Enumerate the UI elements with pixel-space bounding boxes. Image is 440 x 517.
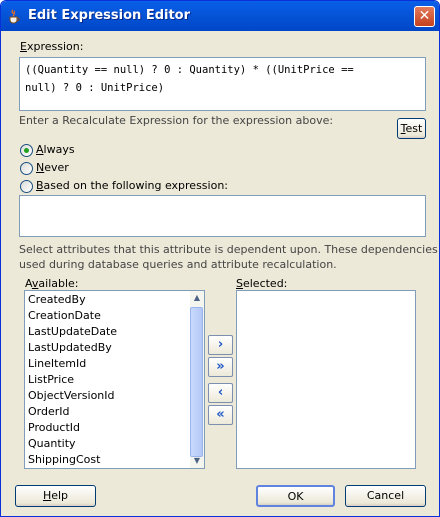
radio-based-label[interactable]: Based on the following expression: bbox=[36, 179, 228, 192]
close-button[interactable]: ✕ bbox=[414, 6, 435, 27]
list-item[interactable]: ListPrice bbox=[26, 372, 189, 388]
radio-based-on-expression[interactable] bbox=[20, 180, 33, 193]
scroll-down-icon[interactable]: ▼ bbox=[190, 454, 204, 468]
list-item[interactable]: CreationDate bbox=[26, 308, 189, 324]
radio-never-label[interactable]: Never bbox=[36, 161, 69, 174]
cancel-button[interactable]: Cancel bbox=[345, 485, 426, 507]
selected-list[interactable] bbox=[236, 290, 416, 469]
radio-always[interactable] bbox=[20, 144, 33, 157]
available-scrollbar[interactable]: ▲ ▼ bbox=[190, 291, 204, 468]
help-button[interactable]: Help bbox=[15, 485, 96, 507]
list-item[interactable]: ShippingCost bbox=[26, 452, 189, 468]
expression-label: Expression: bbox=[20, 40, 84, 53]
double-chevron-left-icon: « bbox=[216, 407, 225, 422]
available-items: CreatedBy CreationDate LastUpdateDate LastU… bbox=[26, 292, 189, 468]
list-item[interactable]: OrderId bbox=[26, 404, 189, 420]
chevron-left-icon: ‹ bbox=[217, 385, 224, 400]
title-bar[interactable]: Edit Expression Editor ✕ bbox=[1, 1, 439, 31]
chevron-right-icon: › bbox=[217, 337, 224, 352]
scroll-up-icon[interactable]: ▲ bbox=[190, 291, 204, 305]
radio-always-label[interactable]: Always bbox=[36, 143, 75, 156]
dependency-text-line1: Select attributes that this attribute is… bbox=[19, 243, 440, 256]
test-button[interactable]: Test bbox=[397, 118, 426, 139]
available-label: Available: bbox=[25, 277, 79, 290]
remove-selected-button[interactable]: ‹ bbox=[208, 383, 233, 403]
add-all-button[interactable]: » bbox=[208, 357, 233, 377]
dialog-window: Edit Expression Editor ✕ Expression: ((Q… bbox=[0, 0, 440, 517]
selected-label: Selected: bbox=[236, 277, 288, 290]
available-list[interactable]: CreatedBy CreationDate LastUpdateDate LastU… bbox=[24, 290, 205, 469]
list-item[interactable]: CreatedBy bbox=[26, 292, 189, 308]
remove-all-button[interactable]: « bbox=[208, 405, 233, 425]
double-chevron-right-icon: » bbox=[216, 359, 225, 374]
dependency-text-line2: used during database queries and attribu… bbox=[19, 258, 337, 271]
ok-button[interactable]: OK bbox=[256, 485, 335, 507]
list-item[interactable]: LastUpdateDate bbox=[26, 324, 189, 340]
list-item[interactable]: ProductId bbox=[26, 420, 189, 436]
scroll-thumb[interactable] bbox=[190, 307, 203, 457]
radio-never[interactable] bbox=[20, 162, 33, 175]
add-selected-button[interactable]: › bbox=[208, 335, 233, 355]
list-item[interactable]: ObjectVersionId bbox=[26, 388, 189, 404]
java-cup-icon bbox=[9, 9, 20, 24]
list-item[interactable]: LineItemId bbox=[26, 356, 189, 372]
list-item[interactable]: Quantity bbox=[26, 436, 189, 452]
recalc-hint-text: Enter a Recalculate Expression for the e… bbox=[19, 114, 334, 127]
based-expression-input[interactable] bbox=[19, 195, 426, 237]
expression-input[interactable]: ((Quantity == null) ? 0 : Quantity) * ((… bbox=[19, 57, 426, 111]
window-title: Edit Expression Editor bbox=[28, 8, 191, 23]
list-item[interactable]: LastUpdatedBy bbox=[26, 340, 189, 356]
